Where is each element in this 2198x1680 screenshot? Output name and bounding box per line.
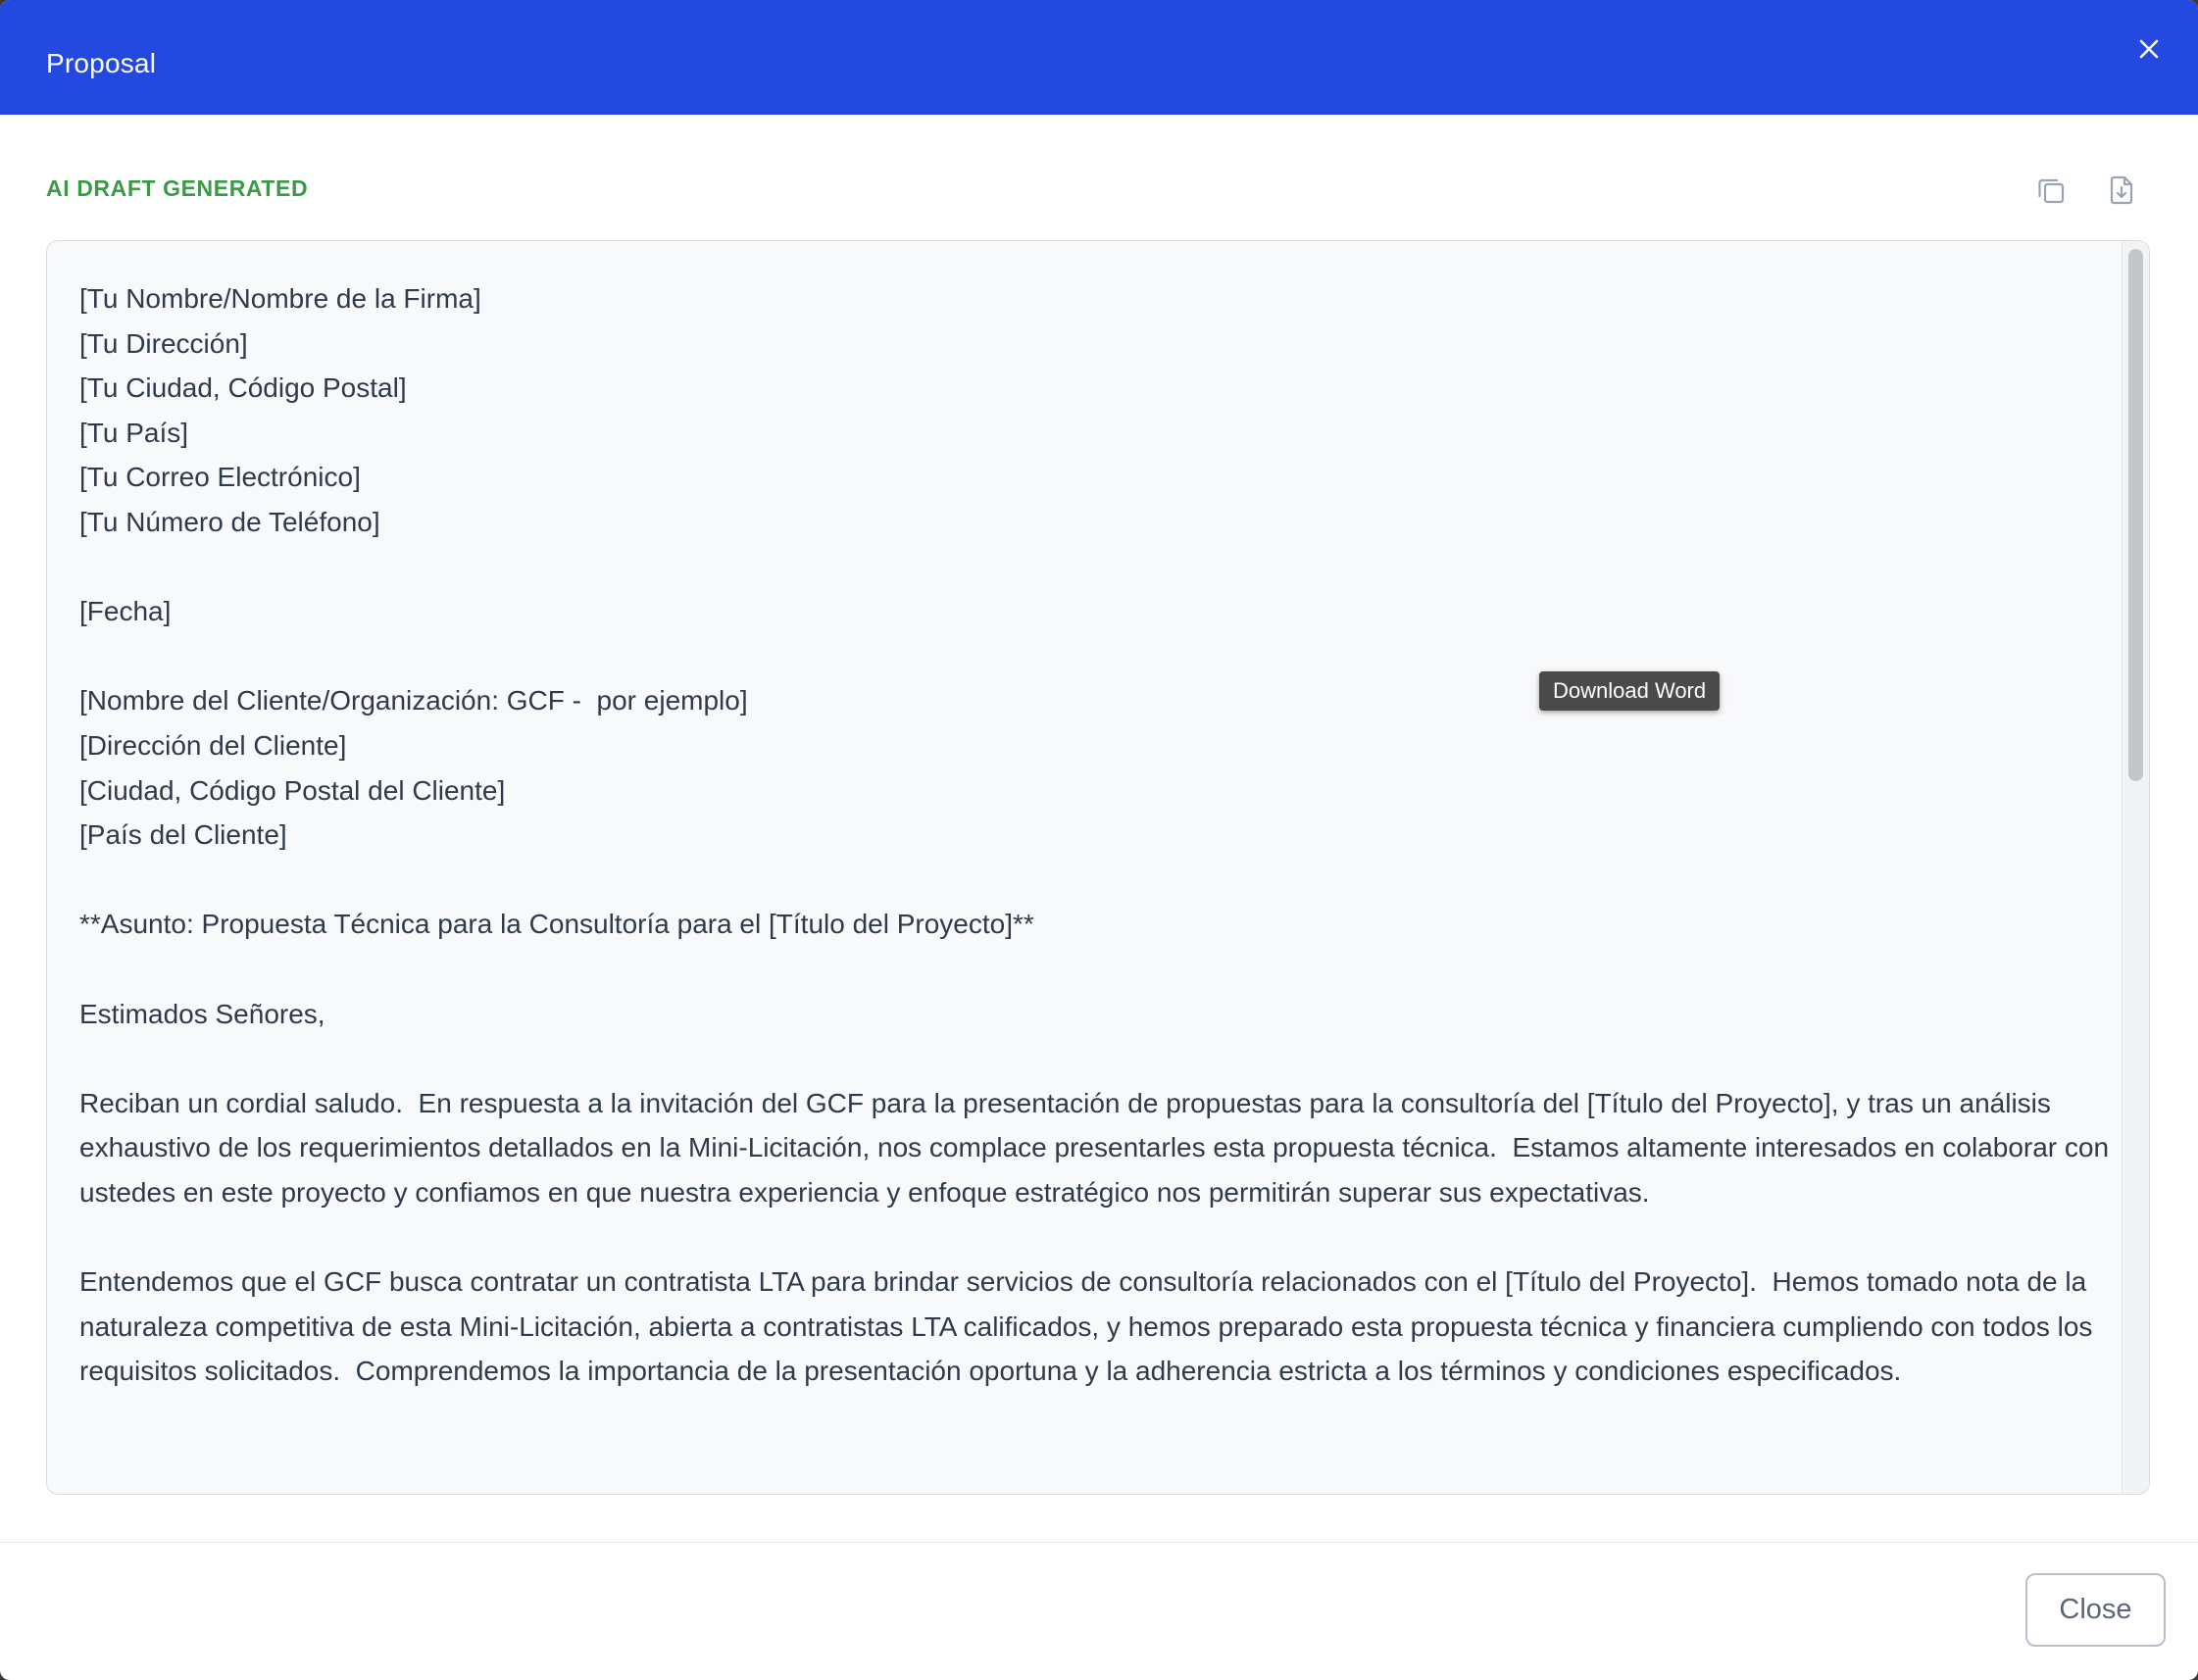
modal-header: Proposal [0, 0, 2198, 115]
scrollbar-thumb[interactable] [2128, 249, 2143, 781]
close-button[interactable]: Close [2025, 1573, 2166, 1647]
copy-button[interactable] [2029, 169, 2073, 212]
scrollbar-track[interactable] [2122, 241, 2149, 1494]
close-icon[interactable] [2129, 29, 2169, 69]
proposal-document-text: [Tu Nombre/Nombre de la Firma] [Tu Direc… [79, 283, 2110, 1387]
modal-title: Proposal [46, 48, 157, 78]
footer-divider [0, 1542, 2198, 1543]
download-word-icon [2110, 175, 2133, 205]
ai-draft-status: AI DRAFT GENERATED [46, 175, 309, 201]
download-word-button[interactable] [2100, 169, 2143, 212]
download-word-tooltip: Download Word [1539, 671, 1721, 711]
copy-icon [2038, 178, 2065, 204]
proposal-text-area[interactable]: [Tu Nombre/Nombre de la Firma] [Tu Direc… [46, 240, 2150, 1495]
proposal-modal: Proposal AI DRAFT GENERATED [Tu Nombre/N… [0, 0, 2198, 1680]
